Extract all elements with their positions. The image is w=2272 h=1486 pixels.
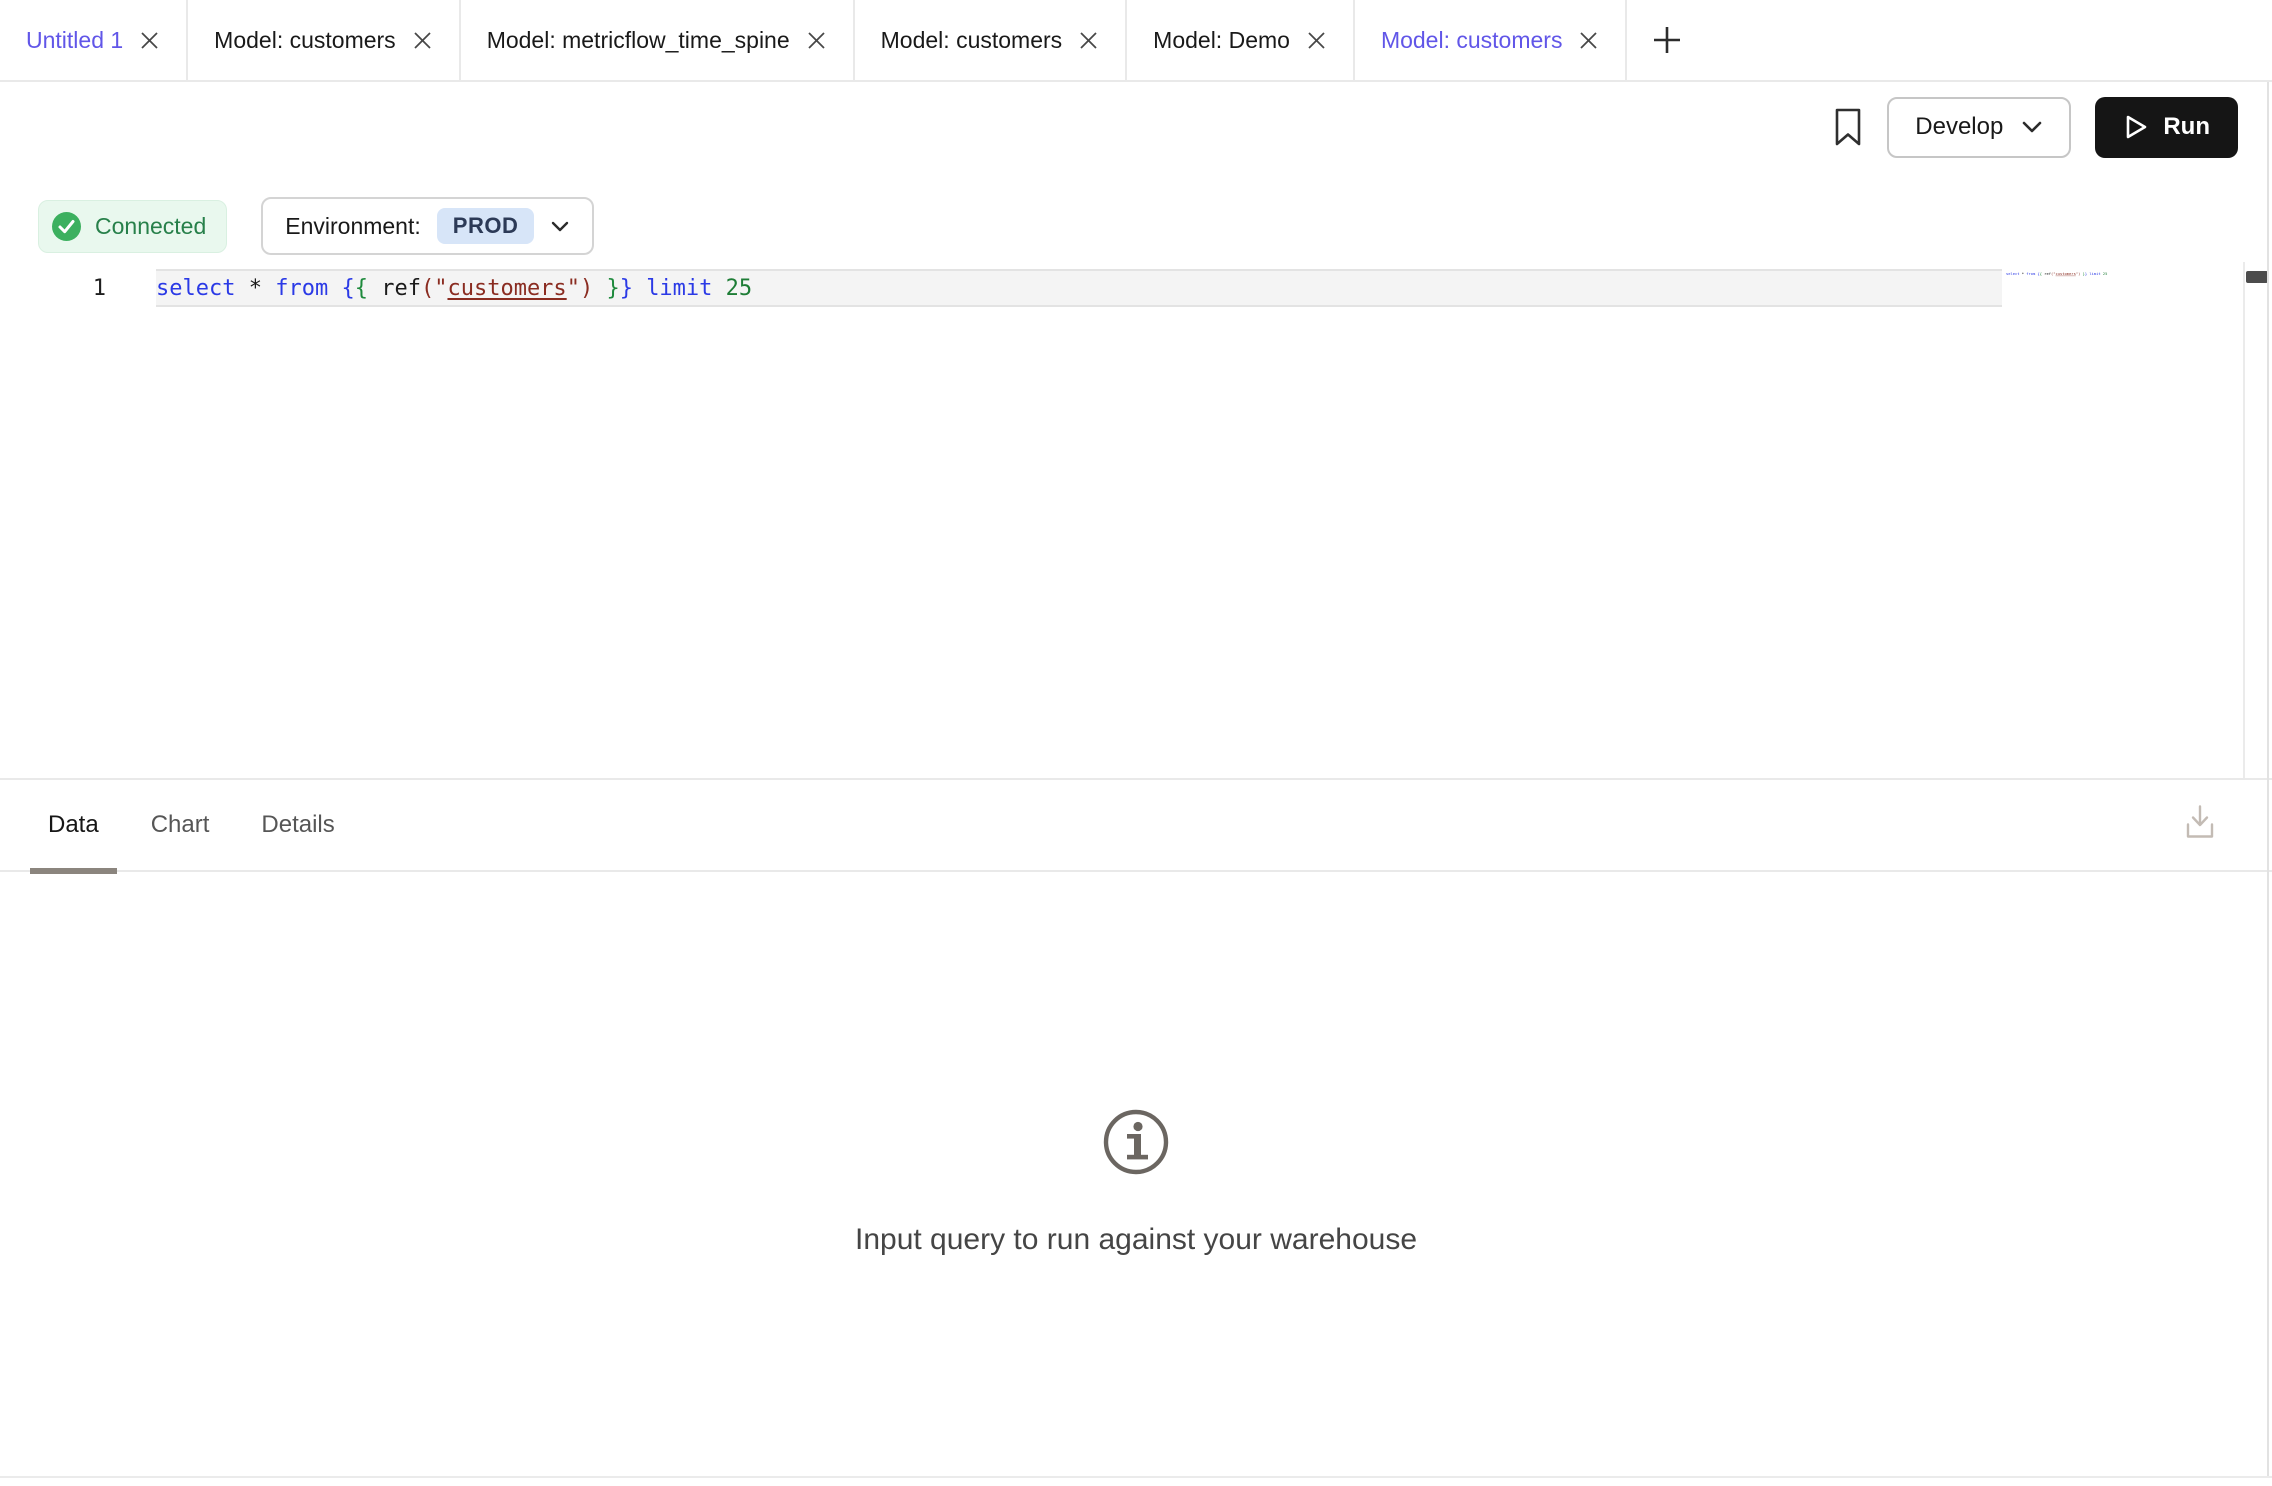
empty-state-message: Input query to run against your warehous…	[0, 1223, 2272, 1257]
editor-minimap[interactable]: select * from {{ ref("customers") }} lim…	[2006, 272, 2107, 276]
tab-model-metricflow-time-spine[interactable]: Model: metricflow_time_spine	[461, 0, 855, 80]
tab-label: Untitled 1	[26, 27, 123, 54]
code-line-1[interactable]: 1 select * from {{ ref("customers") }} l…	[0, 269, 2272, 307]
close-icon[interactable]	[139, 30, 160, 51]
code-content: select * from {{ ref("customers") }} lim…	[156, 276, 752, 301]
tab-model-demo[interactable]: Model: Demo	[1127, 0, 1355, 80]
tab-data[interactable]: Data	[30, 780, 117, 870]
window-right-edge	[2267, 82, 2269, 1478]
chevron-down-icon	[2021, 120, 2043, 134]
status-bar: Connected Environment: PROD	[38, 197, 594, 255]
check-circle-icon	[51, 211, 82, 242]
tab-untitled-1[interactable]: Untitled 1	[0, 0, 188, 80]
tab-label: Model: customers	[881, 27, 1063, 54]
editor-scrollbar-track	[2243, 262, 2245, 778]
info-icon	[1100, 1106, 1172, 1178]
chevron-down-icon	[550, 220, 570, 233]
editor-tab-bar: Untitled 1 Model: customers Model: metri…	[0, 0, 2272, 82]
line-number: 1	[0, 276, 156, 301]
tab-label: Model: Demo	[1153, 27, 1290, 54]
app-window: Untitled 1 Model: customers Model: metri…	[0, 0, 2272, 1486]
bookmark-button[interactable]	[1833, 107, 1863, 147]
run-label: Run	[2163, 113, 2210, 141]
tab-label: Model: customers	[214, 27, 396, 54]
add-tab-button[interactable]	[1627, 0, 1707, 80]
develop-button[interactable]: Develop	[1887, 97, 2071, 158]
editor-scrollbar-thumb[interactable]	[2246, 271, 2268, 283]
toolbar: Develop Run	[1833, 96, 2238, 158]
results-tab-bar: Data Chart Details	[0, 780, 2272, 872]
close-icon[interactable]	[412, 30, 433, 51]
download-icon	[2182, 803, 2218, 843]
close-icon[interactable]	[1306, 30, 1327, 51]
run-button[interactable]: Run	[2095, 97, 2238, 158]
connection-status-label: Connected	[95, 213, 206, 240]
empty-results-state: Input query to run against your warehous…	[0, 1106, 2272, 1257]
sql-code-editor[interactable]: 1 select * from {{ ref("customers") }} l…	[0, 262, 2272, 778]
tab-model-customers-1[interactable]: Model: customers	[188, 0, 461, 80]
tab-label: Model: metricflow_time_spine	[487, 27, 790, 54]
close-icon[interactable]	[1578, 30, 1599, 51]
tab-model-customers-3[interactable]: Model: customers	[1355, 0, 1628, 80]
environment-value-badge: PROD	[437, 208, 535, 244]
connection-status-badge: Connected	[38, 200, 227, 253]
close-icon[interactable]	[1078, 30, 1099, 51]
download-button[interactable]	[2182, 803, 2218, 848]
environment-selector[interactable]: Environment: PROD	[261, 197, 594, 255]
close-icon[interactable]	[806, 30, 827, 51]
environment-label: Environment:	[285, 213, 421, 240]
plus-icon	[1650, 23, 1684, 57]
tab-label: Model: customers	[1381, 27, 1563, 54]
develop-label: Develop	[1915, 113, 2003, 141]
results-panel: Data Chart Details Input query to run ag…	[0, 778, 2272, 1478]
bookmark-icon	[1833, 107, 1863, 147]
window-bottom-edge	[0, 1476, 2272, 1478]
tab-chart[interactable]: Chart	[133, 780, 228, 870]
tab-details[interactable]: Details	[243, 780, 352, 870]
play-icon	[2123, 113, 2149, 141]
tab-model-customers-2[interactable]: Model: customers	[855, 0, 1128, 80]
